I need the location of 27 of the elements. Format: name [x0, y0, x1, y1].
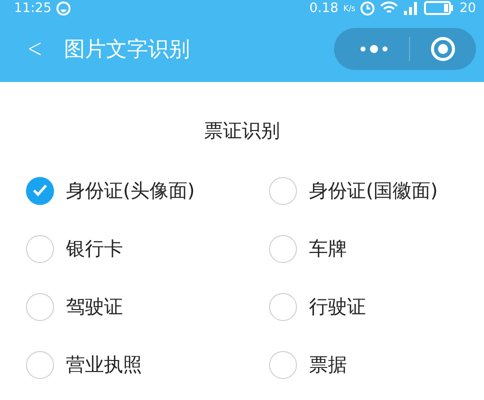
- battery-icon: [424, 0, 454, 16]
- checked-radio[interactable]: [26, 176, 54, 204]
- radio-option[interactable]: 银行卡: [26, 234, 269, 263]
- radio-option[interactable]: 行驶证: [269, 292, 484, 321]
- wifi-icon: [380, 1, 398, 15]
- network-speed: 0.18: [309, 0, 338, 16]
- alarm-icon: [360, 0, 376, 16]
- radio-option[interactable]: 驾驶证: [26, 292, 269, 321]
- section-title: 票证识别: [203, 119, 281, 144]
- radio-option[interactable]: 营业执照: [26, 350, 269, 379]
- radio-button[interactable]: [269, 292, 297, 320]
- status-time: 11:25: [14, 0, 52, 16]
- radio-option[interactable]: 身份证(国徽面): [269, 176, 484, 205]
- radio-button[interactable]: [269, 234, 297, 262]
- radio-option[interactable]: 票据: [269, 350, 484, 379]
- signal-icon: [403, 1, 420, 15]
- radio-option[interactable]: 车牌: [269, 234, 484, 263]
- radio-button[interactable]: [26, 292, 54, 320]
- more-icon[interactable]: [359, 44, 389, 54]
- radio-option[interactable]: 身份证(头像面): [26, 176, 269, 205]
- radio-button[interactable]: [269, 176, 297, 204]
- battery-level: 20: [459, 0, 476, 16]
- page-title: 图片文字识别: [64, 36, 190, 63]
- radio-button[interactable]: [269, 350, 297, 378]
- speed-unit: K/s: [343, 4, 356, 12]
- radio-button[interactable]: [26, 350, 54, 378]
- radio-button[interactable]: [26, 234, 54, 262]
